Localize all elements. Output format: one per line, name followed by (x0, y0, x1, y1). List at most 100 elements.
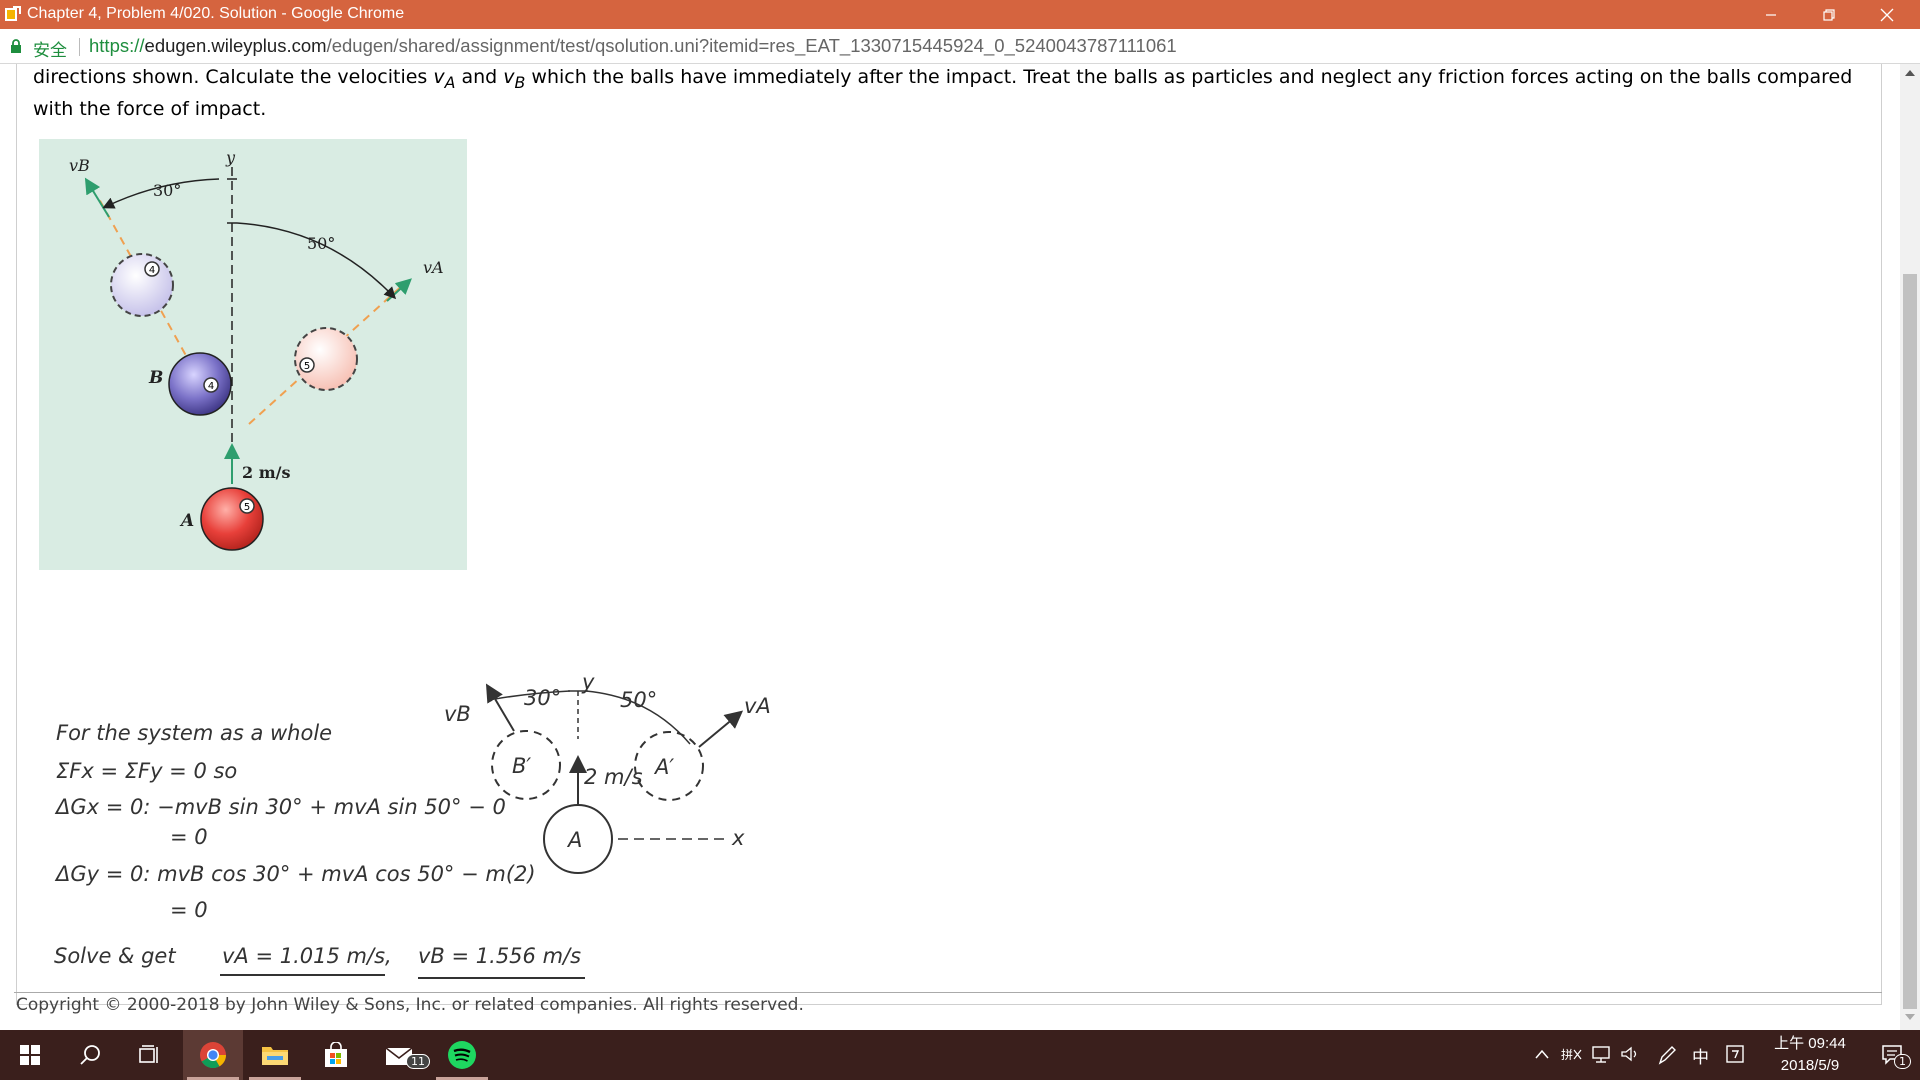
ball-b-number: 4 (208, 381, 214, 392)
search-icon (80, 1045, 100, 1065)
sketch-va-label: vA (744, 694, 771, 718)
clock-date: 2018/5/9 (1780, 1057, 1840, 1074)
va-vector (386, 278, 412, 302)
taskbar-file-explorer[interactable] (245, 1030, 305, 1080)
windows-taskbar: 11 拼 中 上午 09:44 2018/5/9 1 (0, 1030, 1920, 1080)
svg-text:拼: 拼 (1561, 1048, 1573, 1062)
ball-b-label: B (148, 368, 163, 388)
mail-badge: 11 (406, 1054, 430, 1069)
close-icon (1880, 8, 1894, 21)
input-method-icon[interactable]: 拼 (1561, 1045, 1583, 1063)
answer-vb: vB = 1.556 m/s (418, 944, 581, 968)
folder-icon (262, 1047, 288, 1065)
sketch-va-vector (698, 710, 744, 748)
task-view-icon (139, 1045, 158, 1063)
solution-line-6: = 0 (170, 898, 208, 922)
task-view-button[interactable] (120, 1030, 180, 1080)
address-separator (79, 38, 80, 56)
solution-line-2: ΣFx = ΣFy = 0 so (56, 759, 237, 783)
minimize-button[interactable] (1748, 0, 1794, 29)
url-protocol: https:// (89, 35, 145, 56)
ball-b-final-number: 4 (149, 265, 155, 276)
vb-subscript: B (514, 72, 526, 92)
restore-button[interactable] (1806, 0, 1852, 29)
scrollbar-thumb[interactable] (1903, 274, 1917, 1009)
network-icon[interactable] (1591, 1045, 1613, 1063)
url-host: edugen.wileyplus.com (144, 35, 327, 56)
secure-label[interactable]: 安全 (33, 36, 67, 61)
ball-a-number: 5 (244, 502, 250, 513)
sketch-y-label: y (581, 670, 595, 694)
sketch-speed-label: 2 m/s (584, 765, 643, 789)
sketch-a-prime-label: A′ (653, 755, 674, 779)
ime-toggle-icon[interactable] (1726, 1045, 1744, 1063)
volume-icon[interactable] (1620, 1045, 1642, 1063)
window-title-bar[interactable]: Chapter 4, Problem 4/020. Solution - Goo… (0, 0, 1920, 29)
url-path: /edugen/shared/assignment/test/qsolution… (326, 35, 1177, 56)
angle-50-label: 50° (307, 234, 335, 253)
page-content: directions shown. Calculate the velociti… (0, 64, 1900, 1030)
sketch-b-prime-label: B′ (512, 754, 531, 778)
tray-chevron-up-icon[interactable] (1535, 1049, 1549, 1059)
restore-icon (1823, 8, 1835, 21)
copyright-text: Copyright © 2000-2018 by John Wiley & So… (16, 995, 804, 1015)
solution-line-5: ΔGy = 0: mvB cos 30° + mvA cos 50° − m(2… (54, 862, 536, 886)
ime-mode-indicator[interactable]: 中 (1692, 1043, 1709, 1068)
solution-line-3: ΔGx = 0: −mvB sin 30° + mvA sin 50° − 0 (54, 795, 506, 819)
vb-symbol: v (503, 66, 515, 88)
problem-text-2: and (455, 66, 504, 88)
sketch-vb-vector (485, 683, 515, 732)
vb-label: vB (69, 156, 90, 175)
problem-statement: directions shown. Calculate the velociti… (33, 64, 1863, 122)
minimize-icon (1766, 13, 1776, 16)
url-text[interactable]: https://edugen.wileyplus.com/edugen/shar… (89, 35, 1177, 57)
search-button[interactable] (60, 1030, 120, 1080)
angle-30-label: 30° (153, 181, 181, 200)
vertical-scrollbar[interactable] (1900, 64, 1920, 1030)
speed-label: 2 m/s (242, 463, 290, 482)
clock-time: 上午 09:44 (1774, 1035, 1846, 1052)
taskbar-spotify[interactable] (432, 1030, 492, 1080)
store-icon (325, 1042, 347, 1067)
taskbar-chrome[interactable] (183, 1030, 243, 1080)
taskbar-clock[interactable]: 上午 09:44 2018/5/9 (1755, 1033, 1865, 1077)
address-bar[interactable]: 安全 https://edugen.wileyplus.com/edugen/s… (0, 29, 1920, 64)
va-subscript: A (444, 72, 456, 92)
scroll-down-arrow-icon[interactable] (1905, 1014, 1915, 1020)
ball-a-final-number: 5 (304, 361, 310, 372)
sketch-angle-30-label: 30° (524, 686, 561, 710)
solution-line-1: For the system as a whole (56, 721, 332, 745)
solution-line-7-prefix: Solve & get (54, 944, 176, 968)
taskbar-mail[interactable]: 11 (370, 1030, 430, 1080)
page-favicon-icon (5, 6, 21, 21)
y-label: y (225, 148, 236, 167)
scroll-up-arrow-icon[interactable] (1905, 70, 1915, 76)
sketch-vb-label: vB (444, 702, 471, 726)
sketch-angle-50-label: 50° (620, 688, 657, 712)
taskbar-store[interactable] (306, 1030, 366, 1080)
notification-badge: 1 (1894, 1054, 1911, 1069)
footer-divider (14, 992, 1882, 993)
ball-b-final (110, 253, 174, 317)
problem-figure: 4 5 4 5 vB y 30° 50° vA B 2 m/s A (39, 139, 467, 570)
close-button[interactable] (1864, 0, 1910, 29)
window-title: Chapter 4, Problem 4/020. Solution - Goo… (27, 5, 405, 22)
solution-line-4: = 0 (170, 825, 208, 849)
windows-logo-icon (20, 1045, 40, 1065)
sketch-x-label: x (731, 826, 745, 850)
handwritten-solution: For the system as a whole ΣFx = ΣFy = 0 … (54, 670, 771, 979)
ball-a (200, 487, 264, 551)
sketch-a-label: A (566, 828, 582, 852)
va-symbol: v (433, 66, 445, 88)
chrome-icon (200, 1042, 227, 1069)
pen-workspace-icon[interactable] (1656, 1045, 1678, 1065)
ball-b (168, 352, 232, 416)
spotify-icon (448, 1041, 476, 1069)
lock-icon[interactable] (10, 39, 22, 54)
problem-text-1: directions shown. Calculate the velociti… (33, 66, 434, 88)
start-button[interactable] (0, 1030, 60, 1080)
answer-va: vA = 1.015 m/s, (222, 944, 392, 968)
vb-vector (84, 177, 110, 218)
ball-a-label: A (179, 511, 194, 531)
action-center-button[interactable]: 1 (1866, 1030, 1920, 1080)
